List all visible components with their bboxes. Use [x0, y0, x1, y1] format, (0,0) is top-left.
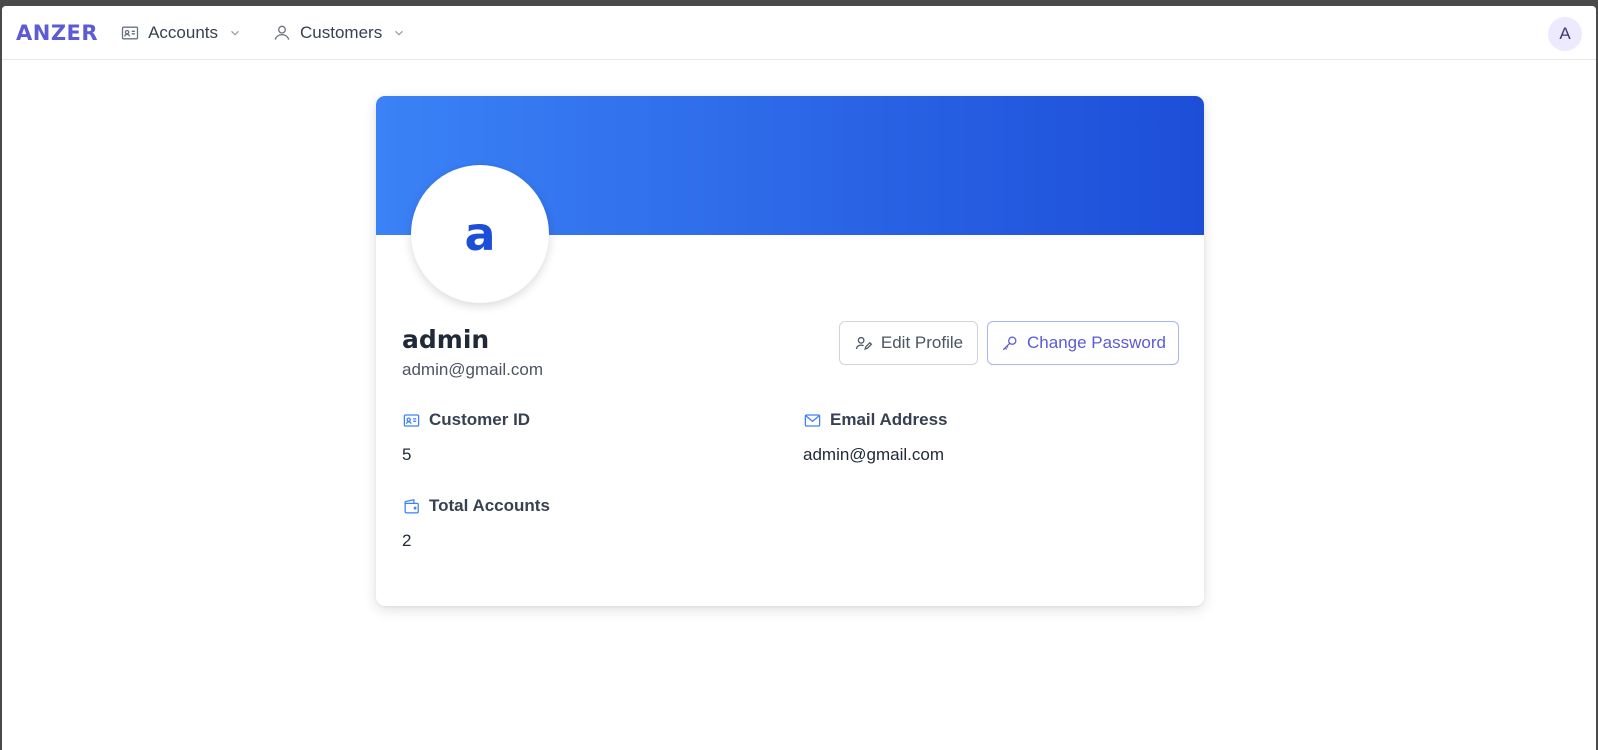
change-password-button[interactable]: Change Password — [987, 321, 1179, 365]
profile-name: admin — [402, 325, 490, 354]
total-accounts-label: Total Accounts — [429, 496, 550, 515]
browser-window: ANZER Accounts Customers A a admin admin… — [2, 6, 1596, 750]
nav-accounts-label: Accounts — [148, 22, 219, 42]
customer-id-field: Customer ID 5 — [402, 410, 530, 465]
user-avatar-button[interactable]: A — [1548, 17, 1582, 51]
total-accounts-field: Total Accounts 2 — [402, 496, 550, 551]
chevron-down-icon — [231, 30, 239, 36]
profile-avatar: a — [411, 165, 549, 303]
change-password-label: Change Password — [1027, 333, 1166, 352]
nav-customers-menu[interactable]: Customers — [272, 23, 406, 43]
mail-icon — [804, 413, 821, 427]
id-card-icon — [121, 26, 139, 39]
customer-id-value: 5 — [402, 445, 412, 464]
nav-customers-label: Customers — [300, 22, 383, 42]
id-card-icon — [403, 413, 420, 427]
edit-profile-label: Edit Profile — [880, 333, 964, 352]
chevron-down-icon — [395, 30, 404, 36]
user-icon — [274, 25, 290, 40]
email-address-label: Email Address — [830, 410, 948, 429]
customer-id-label: Customer ID — [429, 410, 531, 429]
user-edit-icon — [855, 336, 873, 350]
top-navbar: ANZER Accounts Customers A — [2, 6, 1596, 60]
nav-accounts-menu[interactable]: Accounts — [120, 23, 242, 43]
total-accounts-value: 2 — [402, 531, 412, 550]
key-icon — [1002, 336, 1017, 350]
profile-card: a admin admin@gmail.com Edit Profile Cha… — [376, 96, 1204, 606]
profile-email: admin@gmail.com — [402, 360, 544, 379]
brand-logo[interactable]: ANZER — [16, 21, 98, 45]
email-address-field: Email Address admin@gmail.com — [803, 410, 947, 465]
wallet-icon — [404, 498, 419, 513]
edit-profile-button[interactable]: Edit Profile — [839, 321, 978, 365]
email-address-value: admin@gmail.com — [803, 445, 945, 464]
